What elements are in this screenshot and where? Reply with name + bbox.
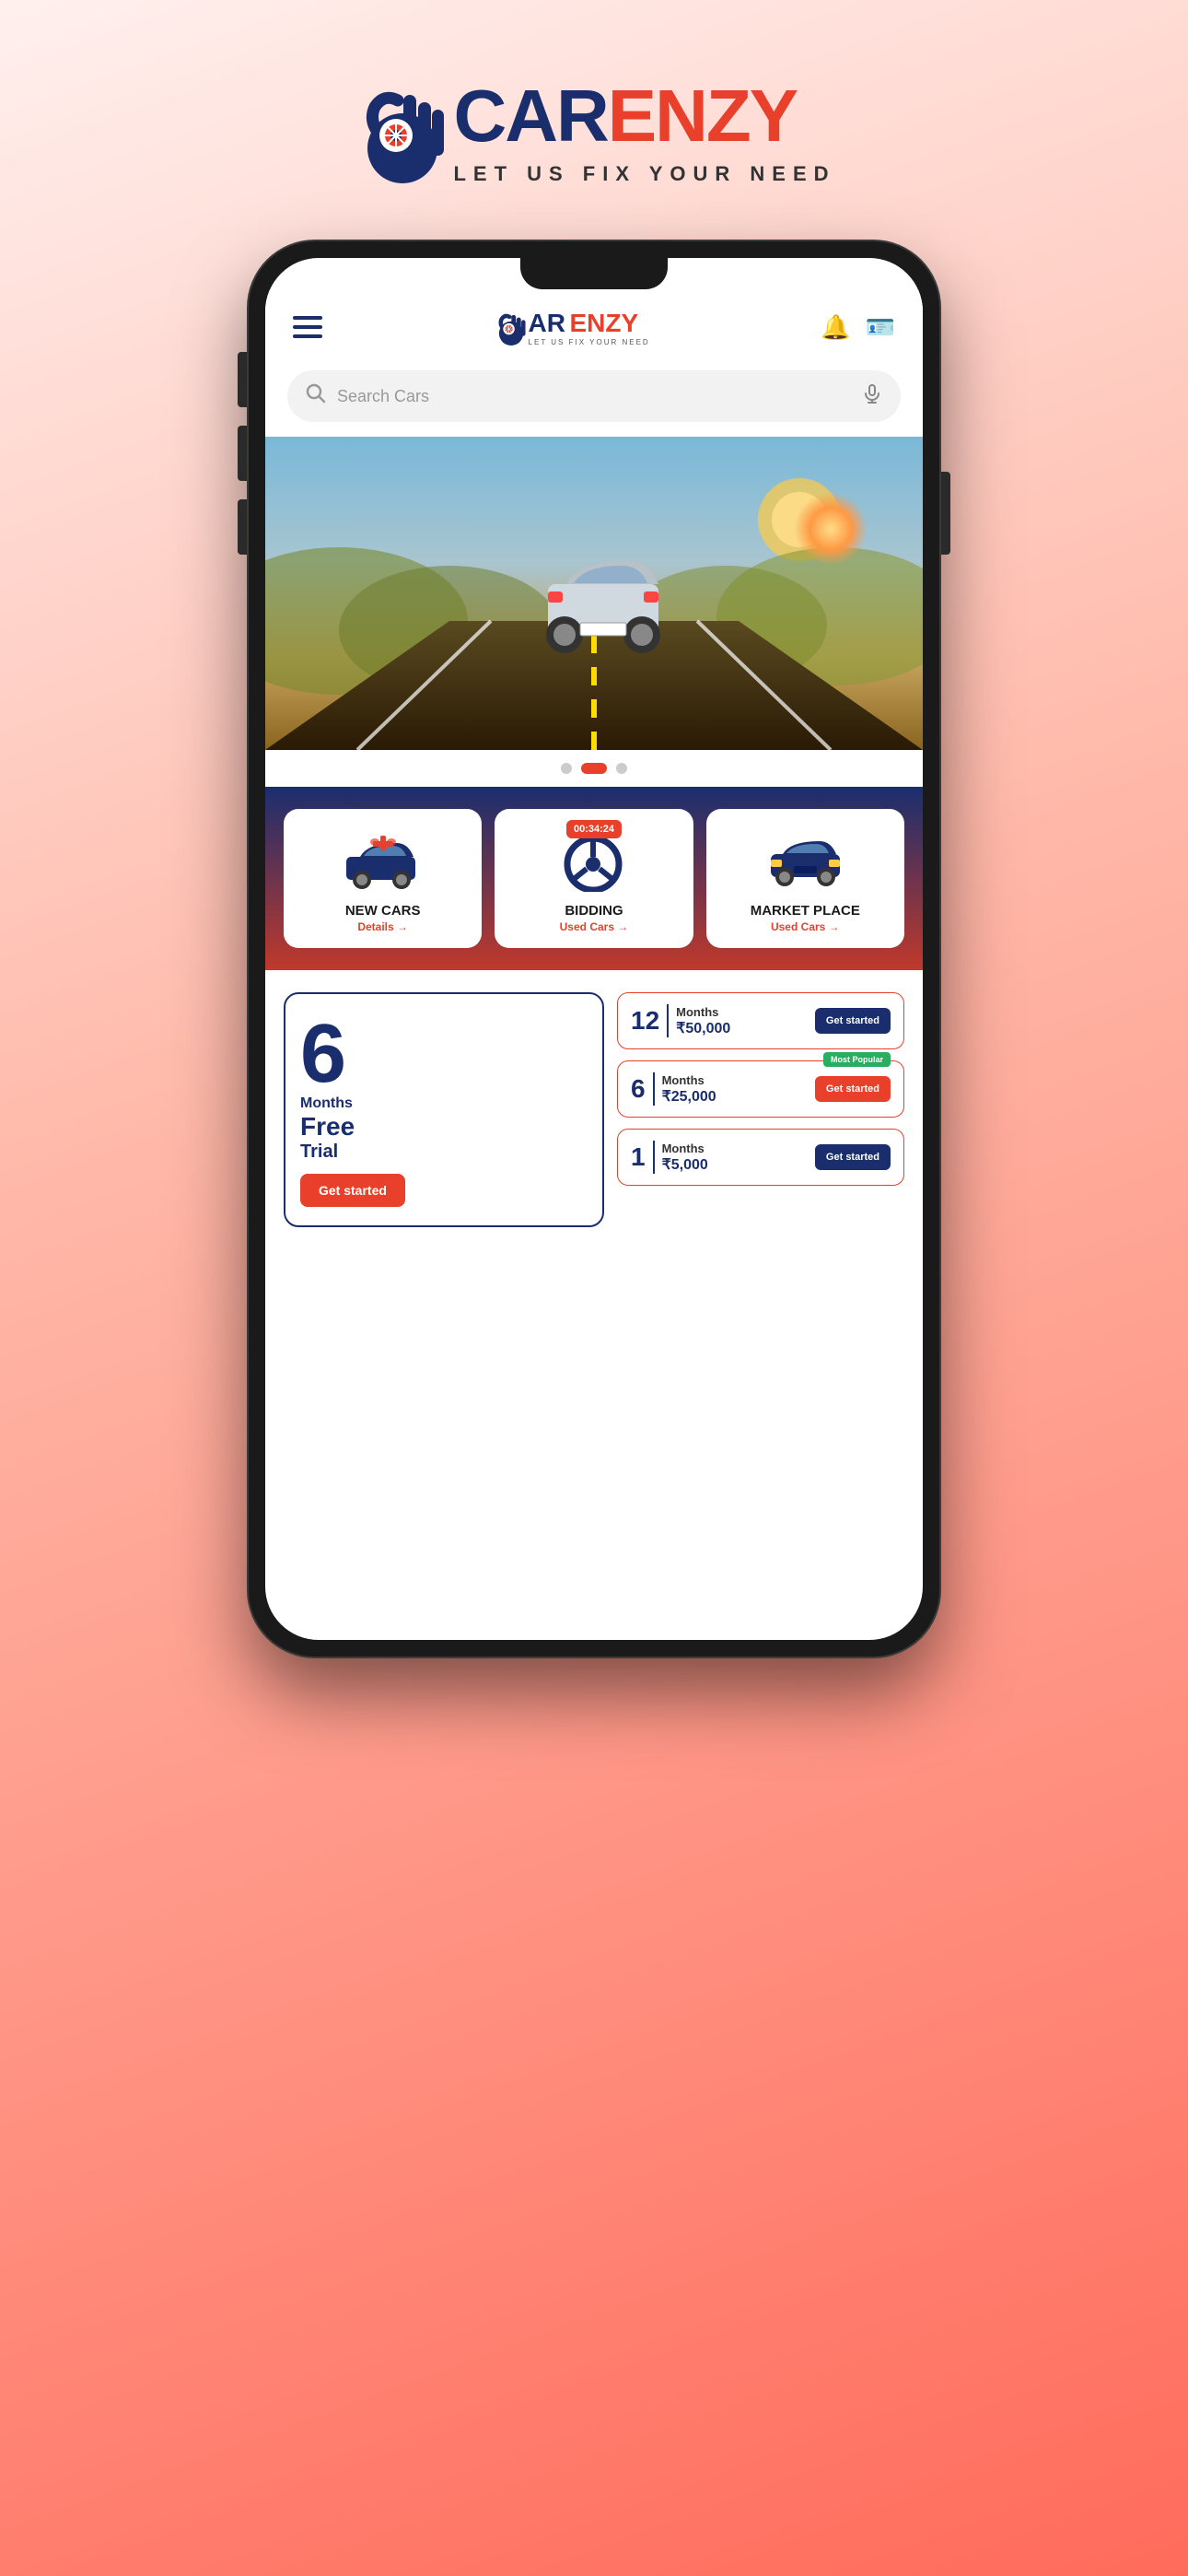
phone-frame: AR ENZY LET US FIX YOUR NEED 🔔 🪪: [249, 241, 939, 1657]
logo-ar-text: AR: [505, 74, 608, 158]
plan-1-months-label: Months: [662, 1142, 808, 1155]
plan-6-info: Months ₹25,000: [662, 1073, 808, 1106]
dot-1[interactable]: [561, 763, 572, 774]
trial-text-label: Trial: [300, 1142, 338, 1163]
steering-wheel-icon: [564, 832, 623, 892]
plan-6-number: 6: [631, 1074, 646, 1104]
header-logo: AR ENZY LET US FIX YOUR NEED: [494, 308, 650, 346]
header-enzy-text: ENZY: [569, 309, 638, 337]
plan-12-months[interactable]: 12 Months ₹50,000 Get started: [617, 992, 904, 1049]
plans-column: 12 Months ₹50,000 Get started Most Popul…: [617, 992, 904, 1227]
logo-hand-icon: [352, 75, 453, 185]
free-trial-card: 6 Months Free Trial Get started: [284, 992, 604, 1227]
category-marketplace[interactable]: MARKET PLACE Used Cars →: [706, 809, 904, 948]
pricing-section: 6 Months Free Trial Get started 12 Month…: [265, 970, 923, 1249]
wallet-icon[interactable]: 🪪: [866, 313, 895, 342]
phone-container: AR ENZY LET US FIX YOUR NEED 🔔 🪪: [249, 241, 939, 1657]
marketplace-car-icon: [766, 834, 844, 889]
plan-1-info: Months ₹5,000: [662, 1142, 808, 1174]
trial-get-started-button[interactable]: Get started: [300, 1174, 405, 1207]
plan-1-number: 1: [631, 1142, 646, 1172]
dot-2-active[interactable]: [581, 763, 607, 774]
header-icons: 🔔 🪪: [821, 313, 895, 342]
new-cars-icon: [342, 834, 425, 889]
header-hand-icon: [494, 308, 529, 346]
new-cars-title: NEW CARS: [345, 903, 421, 919]
logo-enzy-text: ENZY: [608, 74, 797, 158]
plan-12-price: ₹50,000: [676, 1019, 808, 1037]
plan-12-number: 12: [631, 1006, 659, 1036]
hero-scene-svg: [265, 437, 923, 750]
plan-6-get-started-button[interactable]: Get started: [815, 1076, 891, 1102]
plan-6-price: ₹25,000: [662, 1087, 808, 1106]
menu-button[interactable]: [293, 316, 322, 338]
header-car-text: AR: [529, 309, 565, 337]
search-input[interactable]: Search Cars: [337, 387, 851, 406]
popular-badge: Most Popular: [823, 1052, 891, 1067]
dot-3[interactable]: [616, 763, 627, 774]
bidding-label: BIDDING Used Cars →: [560, 903, 629, 933]
plan-1-price: ₹5,000: [662, 1155, 808, 1174]
bidding-timer: 00:34:24: [566, 820, 622, 838]
notch: [520, 258, 668, 289]
category-new-cars[interactable]: NEW CARS Details →: [284, 809, 482, 948]
plan-1-get-started-button[interactable]: Get started: [815, 1144, 891, 1170]
microphone-icon[interactable]: [862, 383, 882, 409]
logo-tagline: LET US FIX YOUR NEED: [453, 162, 835, 186]
header-logo-text: AR ENZY LET US FIX YOUR NEED: [529, 309, 650, 346]
menu-line-3: [293, 334, 322, 338]
trial-months-label: Months: [300, 1095, 353, 1112]
trial-free-label: Free: [300, 1112, 355, 1142]
plan-1-month[interactable]: 1 Months ₹5,000 Get started: [617, 1129, 904, 1186]
categories-grid: NEW CARS Details → 00:34:24: [284, 809, 904, 948]
categories-section: NEW CARS Details → 00:34:24: [265, 787, 923, 970]
plan-12-get-started-button[interactable]: Get started: [815, 1008, 891, 1034]
trial-number: 6: [300, 1013, 346, 1095]
hero-banner: [265, 437, 923, 750]
bidding-title: BIDDING: [565, 903, 623, 919]
marketplace-label: MARKET PLACE Used Cars →: [751, 903, 860, 933]
menu-line-1: [293, 316, 322, 320]
logo-row: C AR ENZY LET US FIX YOUR NEED: [352, 74, 835, 186]
logo-text: C AR ENZY LET US FIX YOUR NEED: [453, 74, 835, 186]
marketplace-title: MARKET PLACE: [751, 903, 860, 919]
hero-background: [265, 437, 923, 750]
marketplace-icon-area: [766, 829, 844, 894]
plan-6-months[interactable]: Most Popular 6 Months ₹25,000 Get starte…: [617, 1060, 904, 1118]
bidding-icon-area: 00:34:24: [564, 829, 623, 894]
brand-logo-section: C AR ENZY LET US FIX YOUR NEED: [352, 74, 835, 186]
search-icon: [306, 383, 326, 409]
marketplace-link[interactable]: Used Cars →: [771, 920, 840, 933]
plan-divider-2: [653, 1072, 655, 1106]
carousel-dots: [265, 750, 923, 787]
new-cars-label: NEW CARS Details →: [345, 903, 421, 933]
category-bidding[interactable]: 00:34:24: [495, 809, 693, 948]
bidding-link[interactable]: Used Cars →: [560, 920, 629, 933]
plan-divider-3: [653, 1141, 655, 1174]
app-header: AR ENZY LET US FIX YOUR NEED 🔔 🪪: [265, 289, 923, 356]
plan-divider-1: [667, 1004, 669, 1037]
new-cars-link[interactable]: Details →: [357, 920, 408, 933]
logo-car-text: C: [453, 74, 505, 158]
menu-line-2: [293, 325, 322, 329]
plan-12-info: Months ₹50,000: [676, 1005, 808, 1037]
plan-6-months-label: Months: [662, 1073, 808, 1087]
notification-bell-icon[interactable]: 🔔: [821, 313, 850, 342]
plan-12-months-label: Months: [676, 1005, 808, 1019]
sun-glow: [794, 492, 868, 566]
phone-screen: AR ENZY LET US FIX YOUR NEED 🔔 🪪: [265, 258, 923, 1640]
search-bar[interactable]: Search Cars: [287, 370, 901, 422]
header-tagline: LET US FIX YOUR NEED: [529, 338, 650, 346]
new-cars-icon-area: [342, 829, 425, 894]
